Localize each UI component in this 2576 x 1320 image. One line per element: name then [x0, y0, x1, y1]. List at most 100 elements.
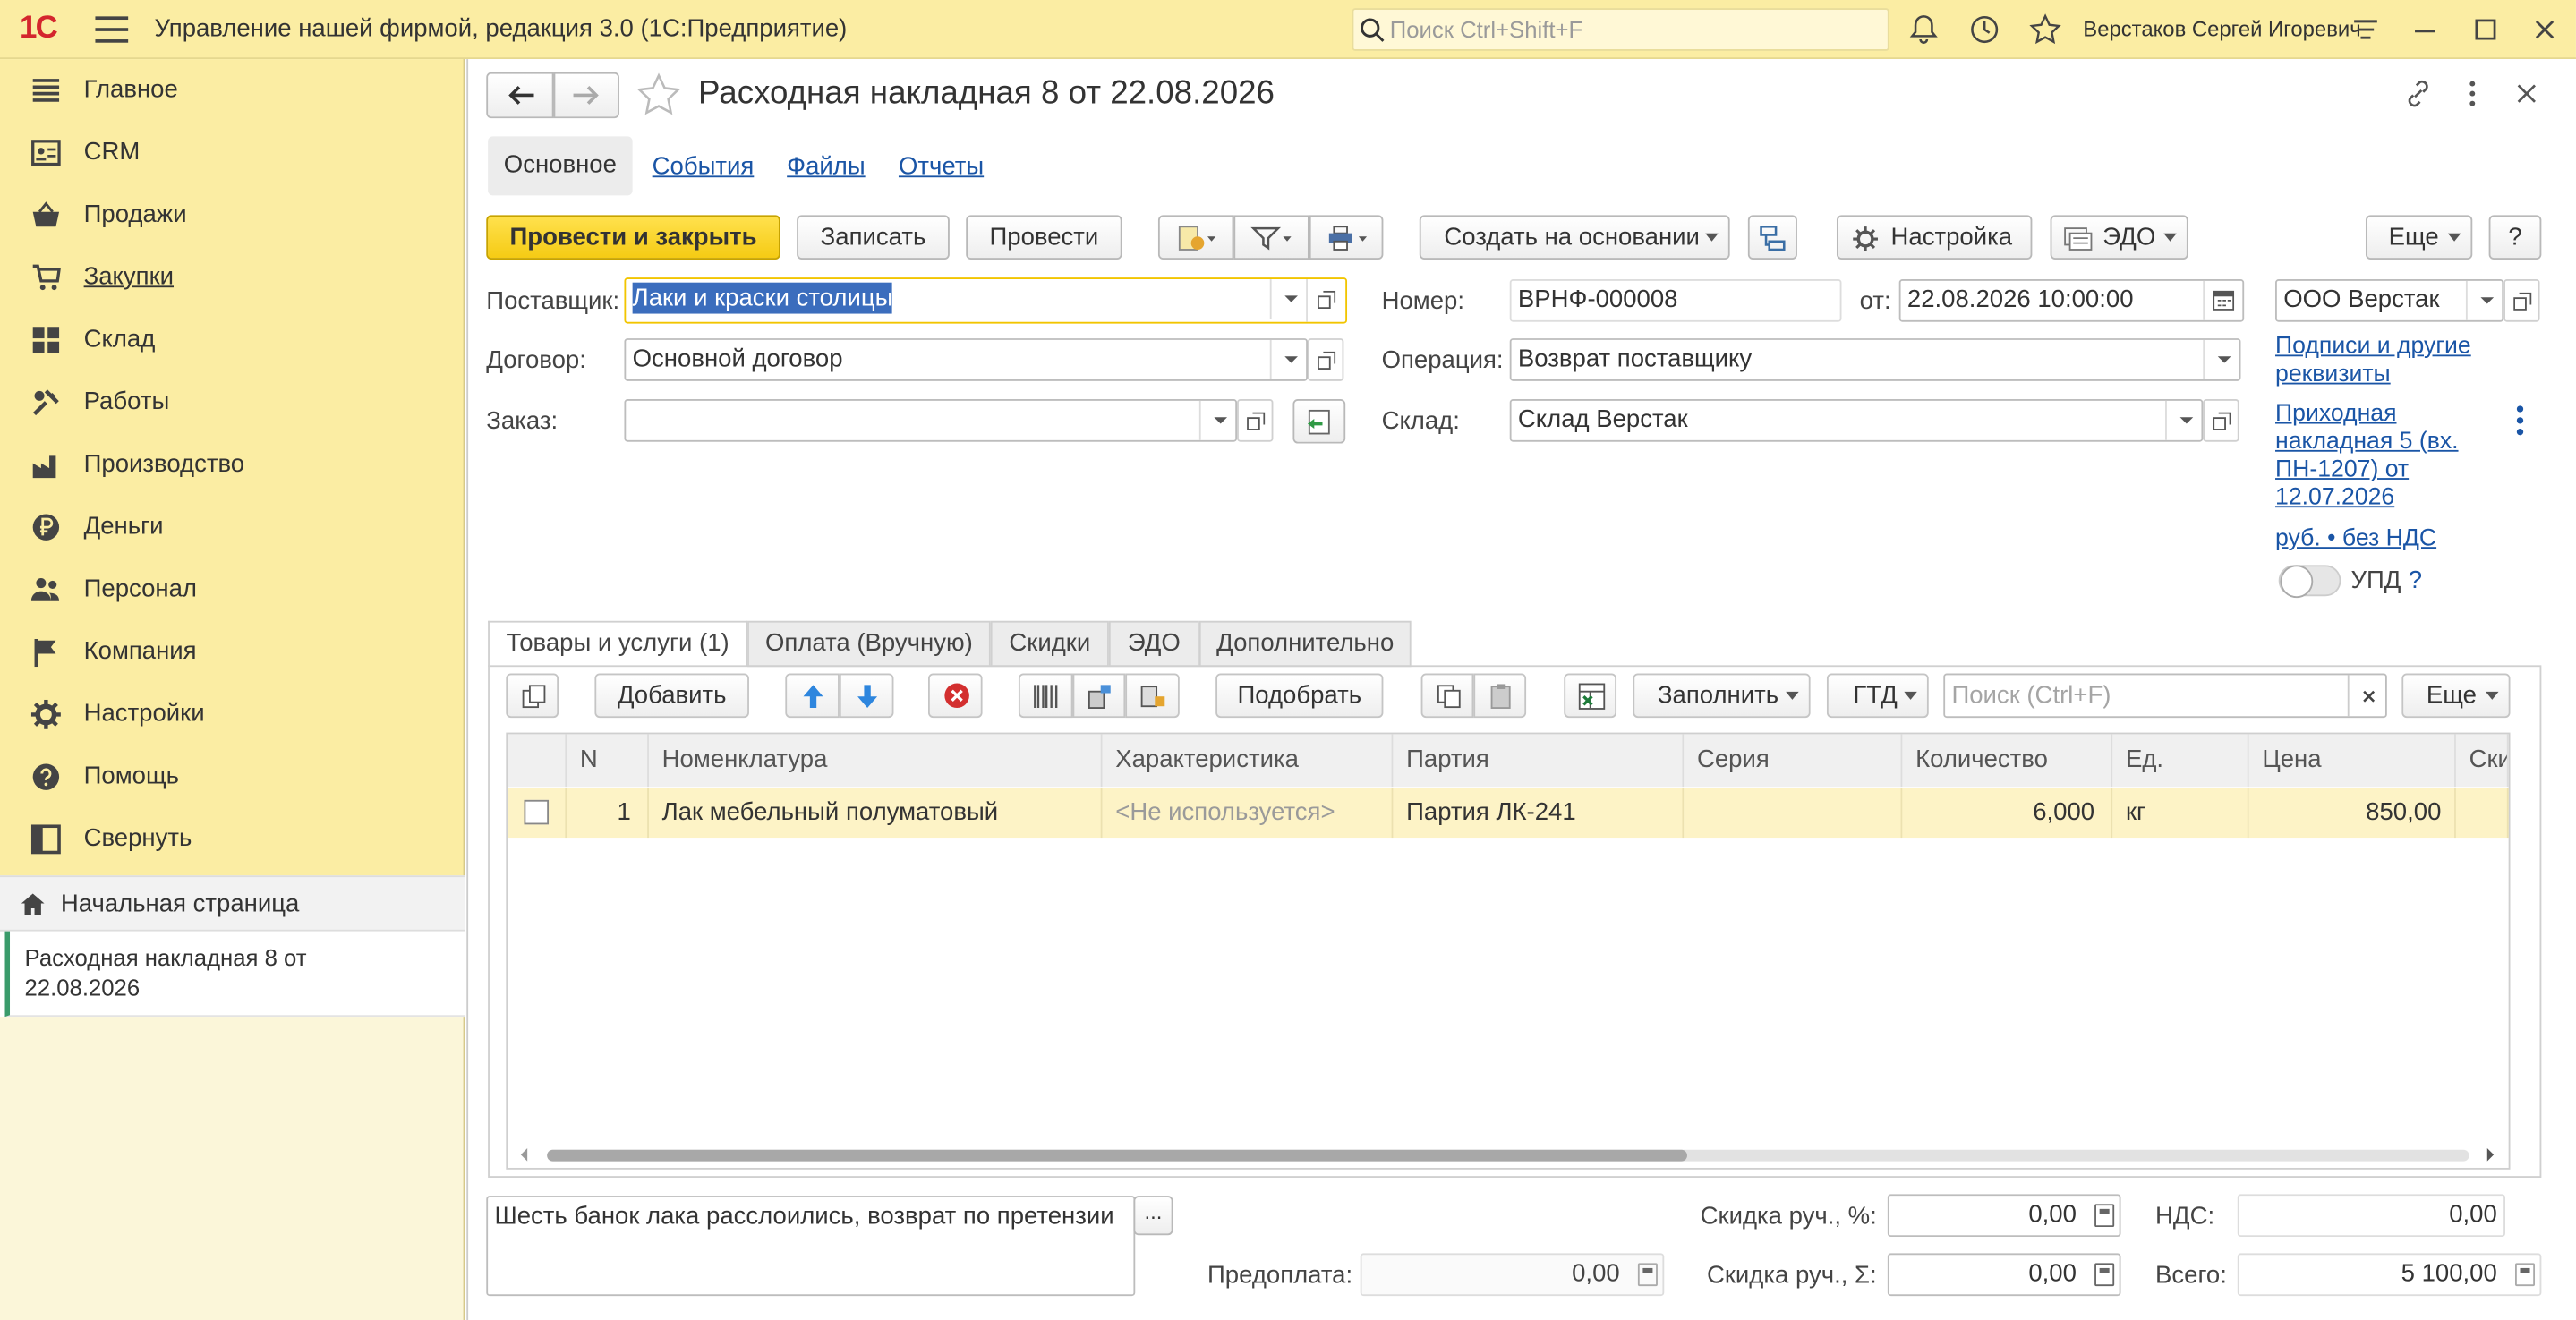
more-button[interactable]: Еще	[2365, 215, 2473, 260]
fill-button[interactable]: Заполнить	[1633, 673, 1811, 719]
order-dropdown[interactable]	[1198, 400, 1235, 440]
sidebar-item-production[interactable]: Производство	[0, 434, 465, 497]
table-cell-series[interactable]	[1684, 788, 1903, 839]
signatures-link[interactable]: Подписи и другие реквизиты	[2275, 334, 2489, 389]
order-field[interactable]	[624, 399, 1238, 442]
back-button[interactable]	[486, 72, 554, 119]
tab-discounts[interactable]: Скидки	[990, 620, 1109, 668]
supplier-open-button[interactable]	[1306, 279, 1345, 322]
currency-link[interactable]: руб. • без НДС	[2275, 525, 2436, 551]
history-icon[interactable]	[1968, 13, 2001, 47]
forward-button[interactable]	[553, 72, 619, 119]
table-cell-n[interactable]: 1	[567, 788, 649, 839]
column-header-characteristic[interactable]: Характеристика	[1102, 734, 1394, 788]
column-header-quantity[interactable]: Количество	[1902, 734, 2113, 788]
organization-field[interactable]: ООО Верстак	[2275, 279, 2504, 322]
create-based-on-button[interactable]: Создать на основании	[1419, 215, 1730, 260]
column-header-batch[interactable]: Партия	[1393, 734, 1685, 788]
attach-files-button[interactable]	[1157, 215, 1234, 260]
upd-help-link[interactable]: ?	[2409, 566, 2422, 594]
table-cell-item[interactable]: Лак мебельный полуматовый	[648, 788, 1103, 839]
copy-rows-button[interactable]	[506, 673, 559, 719]
sidebar-item-main[interactable]: Главное	[0, 59, 465, 122]
copy-to-clipboard-button[interactable]	[1420, 673, 1474, 719]
tab-reports[interactable]: Отчеты	[899, 153, 984, 181]
calculator-icon[interactable]	[2094, 1204, 2115, 1228]
table-cell-quantity[interactable]: 6,000	[1902, 788, 2113, 839]
sidebar-item-purchases[interactable]: Закупки	[0, 246, 465, 309]
supplier-dropdown[interactable]	[1269, 279, 1306, 319]
operation-dropdown[interactable]	[2203, 339, 2239, 379]
help-button[interactable]: ?	[2488, 215, 2542, 260]
table-row-checkbox-cell[interactable]	[508, 788, 567, 839]
close-window-icon[interactable]	[2529, 13, 2562, 47]
sidebar-item-settings[interactable]: Настройки	[0, 684, 465, 746]
receipt-document-link[interactable]: Приходная накладная 5 (вх. ПН-1207) от 1…	[2275, 401, 2492, 513]
sidebar-item-collapse[interactable]: Свернуть	[0, 808, 465, 871]
comment-expand-button[interactable]: ...	[1133, 1196, 1173, 1236]
paste-button[interactable]	[1473, 673, 1527, 719]
warehouse-field[interactable]: Склад Верстак	[1509, 399, 2204, 442]
column-header-item[interactable]: Номенклатура	[648, 734, 1103, 788]
comment-field[interactable]: Шесть банок лака расслоились, возврат по…	[486, 1196, 1136, 1297]
calendar-button[interactable]	[2203, 280, 2242, 320]
bell-icon[interactable]	[1907, 13, 1941, 47]
row-checkbox[interactable]	[524, 799, 550, 825]
sidebar-item-money[interactable]: Деньги	[0, 496, 465, 558]
number-field[interactable]: ВРНФ-000008	[1509, 279, 1842, 322]
favorite-star-icon[interactable]	[635, 72, 681, 117]
move-up-button[interactable]	[785, 673, 840, 719]
column-header-series[interactable]: Серия	[1684, 734, 1903, 788]
table-cell-price[interactable]: 850,00	[2248, 788, 2456, 839]
table-cell-batch[interactable]: Партия ЛК-241	[1393, 788, 1685, 839]
open-window-item[interactable]: Расходная накладная 8 от 22.08.2026	[4, 931, 465, 1018]
contract-open-button[interactable]	[1307, 338, 1344, 381]
table-cell-discount[interactable]	[2455, 788, 2509, 839]
tab-main[interactable]: Основное	[488, 136, 633, 196]
move-down-button[interactable]	[839, 673, 894, 719]
favorites-star-icon[interactable]	[2029, 13, 2062, 47]
post-button[interactable]: Провести	[966, 215, 1122, 260]
scroll-right-icon[interactable]	[2482, 1146, 2498, 1162]
more-vertical-icon[interactable]	[2460, 79, 2486, 108]
sidebar-item-works[interactable]: Работы	[0, 371, 465, 434]
tab-additional[interactable]: Дополнительно	[1198, 620, 1412, 668]
upd-toggle[interactable]	[2278, 565, 2341, 599]
settings-button[interactable]: Настройка	[1836, 215, 2033, 260]
link-icon[interactable]	[2403, 79, 2433, 108]
operation-field[interactable]: Возврат поставщику	[1509, 338, 2241, 381]
home-page-link[interactable]: Начальная страница	[0, 875, 465, 932]
tab-payment[interactable]: Оплата (Вручную)	[747, 620, 991, 668]
add-row-button[interactable]: Добавить	[594, 673, 749, 719]
horizontal-scrollbar-thumb[interactable]	[547, 1149, 1687, 1162]
table-cell-characteristic[interactable]: <Не используется>	[1102, 788, 1394, 839]
column-header-unit[interactable]: Ед.	[2112, 734, 2249, 788]
sidebar-item-staff[interactable]: Персонал	[0, 558, 465, 621]
settings-lines-icon[interactable]	[2350, 13, 2383, 47]
print-button[interactable]	[1309, 215, 1384, 260]
column-header-discount[interactable]: Ски	[2455, 734, 2509, 788]
warehouse-dropdown[interactable]	[2165, 400, 2201, 440]
save-button[interactable]: Записать	[797, 215, 950, 260]
manual-discount-percent-field[interactable]: 0,00	[1887, 1194, 2121, 1238]
excel-load-button[interactable]	[1564, 673, 1617, 719]
sidebar-item-help[interactable]: Помощь	[0, 745, 465, 808]
tab-goods-services[interactable]: Товары и услуги (1)	[488, 620, 748, 668]
post-and-close-button[interactable]: Провести и закрыть	[486, 215, 780, 260]
menu-icon[interactable]	[95, 16, 129, 43]
scroll-left-icon[interactable]	[516, 1146, 532, 1162]
tab-files[interactable]: Файлы	[787, 153, 865, 181]
horizontal-scrollbar-track[interactable]	[547, 1149, 2469, 1162]
contract-field[interactable]: Основной договор	[624, 338, 1308, 381]
column-header-n[interactable]: N	[567, 734, 649, 788]
supplier-field[interactable]: Лаки и краски столицы	[624, 277, 1348, 324]
pick-items-button[interactable]: Подобрать	[1215, 673, 1384, 719]
barcode-button[interactable]	[1018, 673, 1073, 719]
filter-button[interactable]	[1233, 215, 1309, 260]
column-header-price[interactable]: Цена	[2248, 734, 2456, 788]
table-search-input[interactable]: Поиск (Ctrl+F)	[1943, 673, 2387, 719]
delete-row-button[interactable]	[928, 673, 983, 719]
minimize-icon[interactable]	[2409, 13, 2442, 47]
sidebar-item-warehouse[interactable]: Склад	[0, 309, 465, 371]
tab-events[interactable]: События	[653, 153, 755, 181]
